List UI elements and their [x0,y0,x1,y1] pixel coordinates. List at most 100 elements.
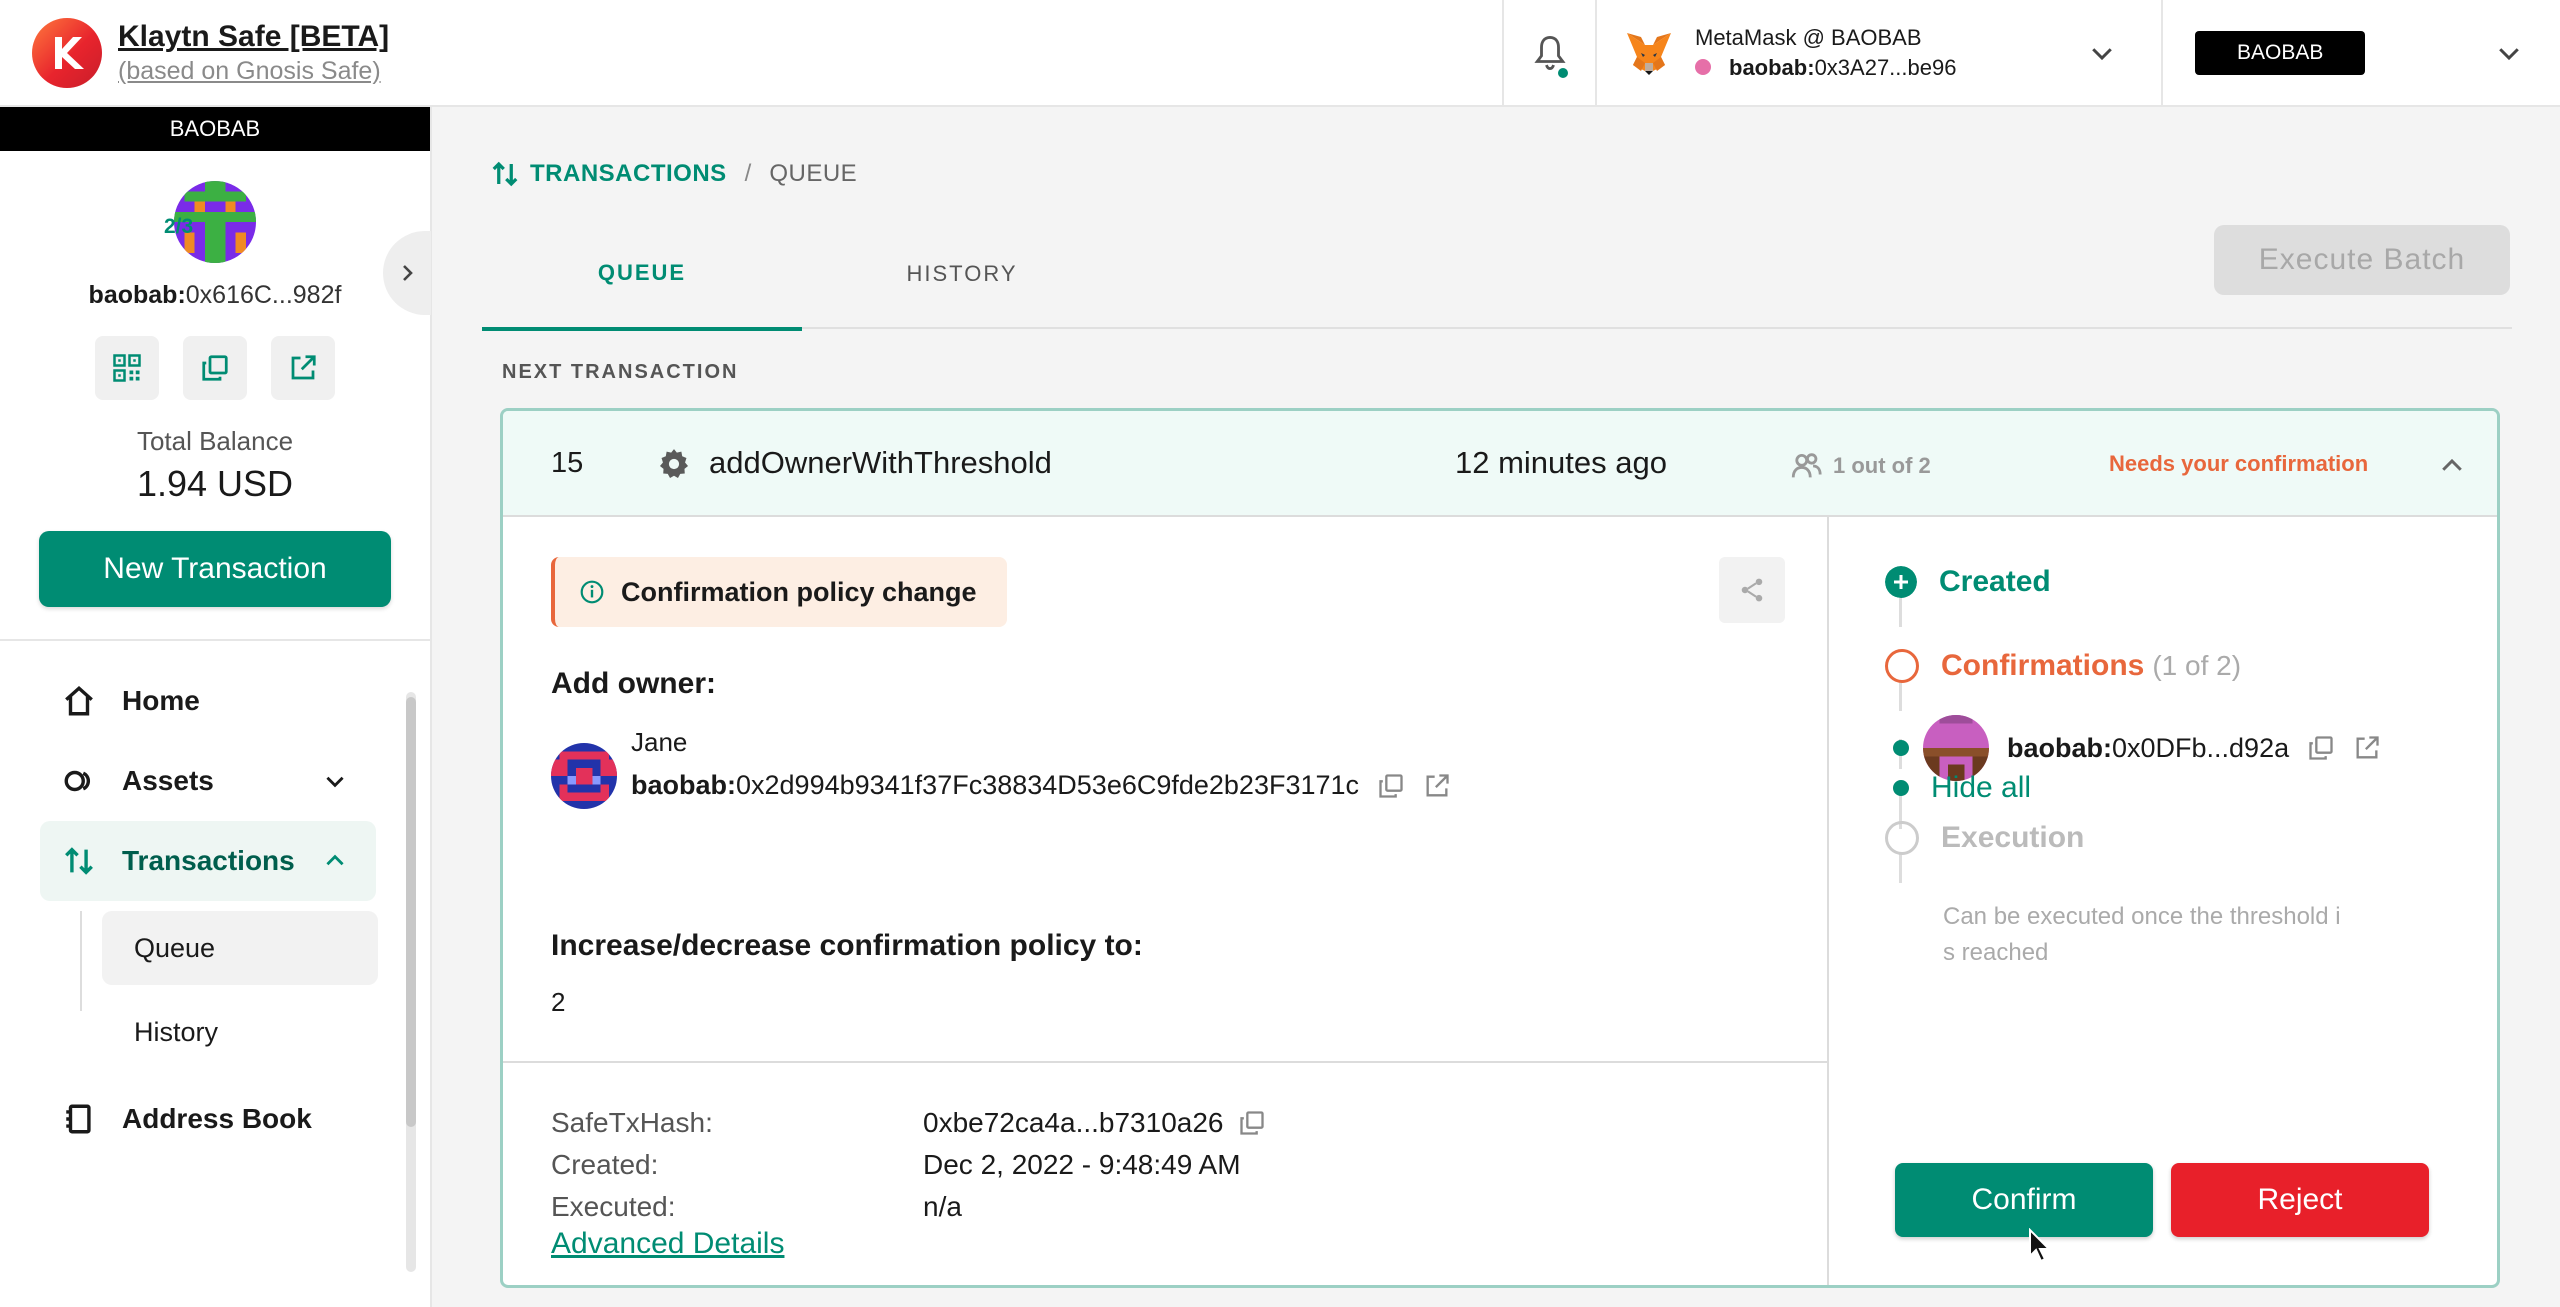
execution-circle-icon [1885,821,1919,855]
share-button[interactable] [1719,557,1785,623]
created-value: Dec 2, 2022 - 9:48:49 AM [923,1149,1241,1180]
qr-code-icon [113,354,141,382]
klaytn-logo [32,17,102,88]
plus-circle-icon [1885,566,1917,598]
reject-button[interactable]: Reject [2171,1163,2429,1237]
top-header: Klaytn Safe [BETA] (based on Gnosis Safe… [0,0,2560,107]
network-badge: BAOBAB [2195,30,2366,75]
signer-address: baobab:0x0DFb...d92a [2007,733,2289,764]
gear-icon [659,449,689,479]
policy-change-text: Confirmation policy change [621,576,977,607]
address-book-icon [66,1104,91,1134]
copy-icon[interactable] [1238,1109,1266,1137]
nav-item-home[interactable]: Home [40,661,376,741]
external-link-icon[interactable] [2353,734,2381,762]
qr-code-button[interactable] [95,336,159,400]
chevron-up-icon [326,854,344,866]
new-owner: Jane baobab: 0x2d994b9341f37Fc38834D53e6C… [551,727,1451,809]
sidebar-nav: Home Assets Transactions Queue History A… [0,641,430,1159]
wallet-address: baobab: 0x3A27...be96 [1695,53,2087,83]
tab-queue[interactable]: QUEUE [482,219,802,331]
safe-info: 2/3 baobab:0x616C...982f Total Balance 1… [0,151,431,607]
advanced-details-link[interactable]: Advanced Details [551,1227,784,1261]
next-transaction-label: NEXT TRANSACTION [502,361,739,383]
copy-icon [202,355,228,381]
add-owner-label: Add owner: [551,667,716,700]
transaction-summary[interactable]: 15 addOwnerWithThreshold 12 minutes ago … [503,411,2497,517]
tx-method: addOwnerWithThreshold [709,445,1052,480]
hash-value: 0xbe72ca4a...b7310a26 [923,1107,1266,1139]
new-transaction-button[interactable]: New Transaction [39,531,391,607]
tx-owners-text: 1 out of 2 [1833,453,1931,478]
executed-label: Executed: [551,1191,676,1222]
timeline-confirmations-count: (1 of 2) [2152,650,2242,681]
owners-icon [1791,453,1822,478]
execution-note-line-2: s reached [1943,939,2049,966]
network-selector[interactable]: BAOBAB [2161,0,2560,105]
notifications-button[interactable] [1502,0,1595,105]
notification-dot [1556,66,1570,80]
copy-icon[interactable] [1377,772,1405,800]
nav-item-history[interactable]: History [102,995,378,1069]
transaction-card: 15 addOwnerWithThreshold 12 minutes ago … [500,408,2500,1288]
sidebar-expand-button[interactable] [383,231,431,315]
copy-address-button[interactable] [183,336,247,400]
transaction-timeline: Created Confirmations (1 of 2) baobab:0x… [1831,517,2497,1285]
executed-value: n/a [923,1191,962,1222]
tx-nonce: 15 [551,447,584,479]
timeline-line [1899,853,1902,883]
chevron-down-icon[interactable] [2087,38,2117,68]
execution-note: Can be executed once the threshold i s r… [1943,899,2341,971]
signer-addr-prefix: baobab: [2007,732,2112,763]
transactions-icon [492,161,518,187]
chevron-up-icon[interactable] [2437,451,2467,481]
subnav-line [80,911,82,1011]
timeline-created: Created [1885,565,2051,599]
timeline-line [1899,681,1902,711]
external-link-icon [291,355,316,380]
owner-addr-prefix: baobab: [631,770,736,800]
safe-address[interactable]: baobab:0x616C...982f [89,281,342,310]
hash-label: SafeTxHash: [551,1107,713,1138]
breadcrumb: TRANSACTIONS / QUEUE [490,159,857,189]
breadcrumb-transactions[interactable]: TRANSACTIONS [530,160,727,188]
timeline-dot [1893,780,1909,796]
confirm-button[interactable]: Confirm [1895,1163,2153,1237]
copy-icon[interactable] [2307,734,2335,762]
wallet-selector[interactable]: MetaMask @ BAOBAB baobab: 0x3A27...be96 [1595,0,2161,105]
explorer-link-button[interactable] [271,336,335,400]
safe-addr-prefix: baobab: [88,281,186,309]
sidebar-scroll-thumb[interactable] [406,697,416,1127]
nav-label-home: Home [122,685,200,716]
timeline-confirmations-label: Confirmations [1941,649,2145,682]
tx-confirmations-count: 1 out of 2 [1789,449,1931,483]
created-label: Created: [551,1149,659,1180]
nav-label-assets: Assets [122,765,214,796]
nav-item-assets[interactable]: Assets [40,741,376,821]
execute-batch-button[interactable]: Execute Batch [2214,225,2510,295]
nav-item-address-book[interactable]: Address Book [40,1079,376,1159]
nav-label-address-book: Address Book [122,1103,312,1134]
app-title[interactable]: Klaytn Safe [BETA] [118,18,389,56]
wallet-identicon [1695,59,1711,76]
breadcrumb-queue: QUEUE [769,160,858,187]
app-subtitle-link[interactable]: (based on Gnosis Safe) [118,56,389,87]
signer-addr-value: 0x0DFb...d92a [2112,732,2290,763]
nav-item-queue[interactable]: Queue [102,911,378,985]
chevron-down-icon [326,776,344,788]
owner-name: Jane [631,727,688,757]
share-icon [1741,578,1763,602]
tab-history[interactable]: HISTORY [802,219,1122,329]
hide-all-link[interactable]: Hide all [1931,771,2031,805]
timeline-execution: Execution [1885,821,2084,855]
execution-note-line-1: Can be executed once the threshold i [1943,903,2341,930]
details-divider [503,1061,1829,1063]
external-link-icon[interactable] [1423,772,1451,800]
chevron-down-icon[interactable] [2494,38,2524,68]
owner-address: baobab: 0x2d994b9341f37Fc38834D53e6C9fde2… [631,770,1451,801]
threshold-badge: 2/3 [164,215,194,238]
transaction-details: Confirmation policy change Add owner: Ja… [503,517,1829,1285]
metamask-fox-icon [1627,32,1671,75]
nav-item-transactions[interactable]: Transactions [40,821,376,901]
breadcrumb-separator: / [744,160,752,187]
